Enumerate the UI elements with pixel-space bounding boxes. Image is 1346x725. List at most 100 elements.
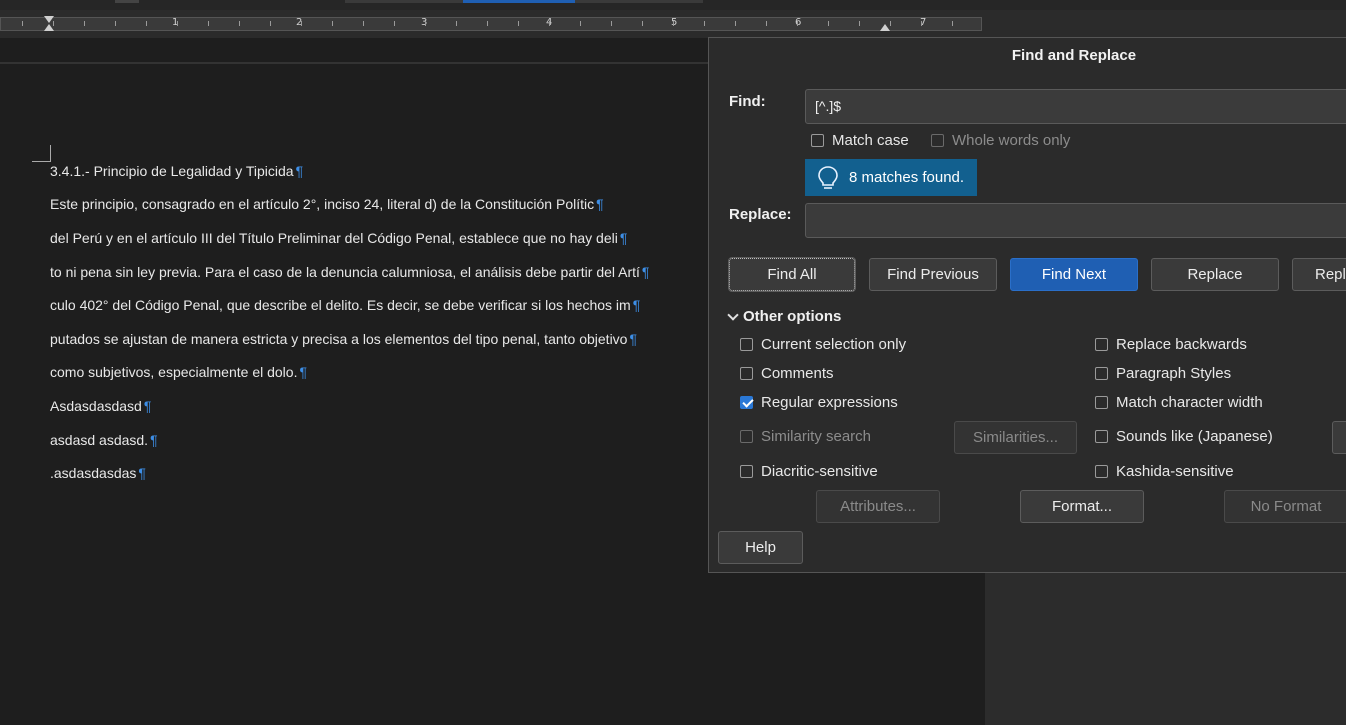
ruler-tick bbox=[115, 21, 116, 26]
paragraph-text: como subjetivos, especialmente el dolo. bbox=[50, 364, 298, 380]
doc-paragraph[interactable]: putados se ajustan de manera estricta y … bbox=[50, 331, 637, 347]
checkbox-box[interactable] bbox=[811, 134, 824, 147]
doc-paragraph[interactable]: Este principio, consagrado en el artícul… bbox=[50, 196, 604, 212]
attributes-button[interactable]: Attributes... bbox=[816, 490, 940, 523]
pilcrow-mark: ¶ bbox=[596, 196, 604, 212]
doc-paragraph[interactable]: 3.4.1.- Principio de Legalidad y Tipicid… bbox=[50, 163, 303, 179]
kashida-sensitive-checkbox[interactable]: Kashida-sensitive bbox=[1095, 463, 1234, 480]
paragraph-text: putados se ajustan de manera estricta y … bbox=[50, 331, 628, 347]
checkbox-box-checked[interactable] bbox=[740, 396, 753, 409]
doc-paragraph[interactable]: .asdasdasdas ¶ bbox=[50, 465, 146, 481]
doc-paragraph[interactable]: como subjetivos, especialmente el dolo. ¶ bbox=[50, 364, 307, 380]
pilcrow-mark: ¶ bbox=[295, 163, 304, 179]
doc-paragraph[interactable]: Asdasdasdasd ¶ bbox=[50, 398, 151, 414]
ruler-tick bbox=[53, 21, 54, 26]
replace-input[interactable] bbox=[805, 203, 1346, 238]
replace-backwards-checkbox[interactable]: Replace backwards bbox=[1095, 336, 1247, 353]
other-options-label: Other options bbox=[743, 308, 842, 325]
checkbox-box[interactable] bbox=[1095, 367, 1108, 380]
checkbox-box[interactable] bbox=[740, 465, 753, 478]
checkbox-box[interactable] bbox=[1095, 465, 1108, 478]
paragraph-text: culo 402° del Código Penal, que describe… bbox=[50, 297, 631, 313]
ruler-tick bbox=[22, 21, 23, 26]
find-previous-button[interactable]: Find Previous bbox=[869, 258, 997, 291]
pilcrow-mark: ¶ bbox=[629, 331, 637, 347]
ruler-tick bbox=[146, 21, 147, 26]
other-options-expander[interactable]: Other options bbox=[727, 308, 841, 325]
paragraph-styles-checkbox[interactable]: Paragraph Styles bbox=[1095, 365, 1231, 382]
option-label: Comments bbox=[761, 365, 834, 382]
dialog-title: Find and Replace bbox=[1011, 47, 1137, 64]
ruler-tick bbox=[394, 21, 395, 26]
paragraph-text: 3.4.1.- Principio de Legalidad y Tipicid… bbox=[50, 163, 294, 179]
option-label: Kashida-sensitive bbox=[1116, 463, 1234, 480]
replace-all-button[interactable]: Repl bbox=[1292, 258, 1346, 291]
ruler-number: 5 bbox=[671, 17, 678, 28]
no-format-button[interactable]: No Format bbox=[1224, 490, 1346, 523]
option-label: Paragraph Styles bbox=[1116, 365, 1232, 382]
paragraph-text: del Perú y en el artículo III del Título… bbox=[50, 230, 618, 246]
horizontal-ruler[interactable]: 1 2 3 4 5 6 7 bbox=[0, 10, 1346, 38]
diacritic-sensitive-checkbox[interactable]: Diacritic-sensitive bbox=[740, 463, 878, 480]
ruler-tick bbox=[487, 21, 488, 26]
find-all-button[interactable]: Find All bbox=[728, 257, 856, 292]
checkbox-box[interactable] bbox=[931, 134, 944, 147]
match-case-checkbox[interactable]: Match case bbox=[811, 132, 909, 149]
option-label: Match character width bbox=[1116, 394, 1263, 411]
format-button[interactable]: Format... bbox=[1020, 490, 1144, 523]
matches-info-bar: 8 matches found. bbox=[805, 159, 977, 196]
ruler-number: 6 bbox=[795, 17, 802, 28]
whole-words-checkbox[interactable]: Whole words only bbox=[931, 132, 1070, 149]
ruler-tick bbox=[828, 21, 829, 26]
paragraph-text: Este principio, consagrado en el artícul… bbox=[50, 196, 595, 212]
option-label: Regular expressions bbox=[761, 394, 898, 411]
text-boundary-corner bbox=[32, 145, 51, 162]
find-next-button[interactable]: Find Next bbox=[1010, 258, 1138, 291]
checkbox-box[interactable] bbox=[740, 430, 753, 443]
similarities-button[interactable]: Similarities... bbox=[954, 421, 1077, 454]
ruler-tick bbox=[177, 21, 178, 26]
matches-message: 8 matches found. bbox=[849, 169, 965, 186]
regular-expressions-checkbox[interactable]: Regular expressions bbox=[740, 394, 898, 411]
replace-button[interactable]: Replace bbox=[1151, 258, 1279, 291]
ruler-tick bbox=[952, 21, 953, 26]
find-input[interactable]: [^.]$ bbox=[805, 89, 1346, 124]
checkbox-box[interactable] bbox=[1095, 338, 1108, 351]
right-indent-marker[interactable] bbox=[880, 24, 890, 31]
sounds-like-checkbox[interactable]: Sounds like (Japanese) bbox=[1095, 428, 1273, 445]
current-selection-checkbox[interactable]: Current selection only bbox=[740, 336, 906, 353]
match-case-label: Match case bbox=[832, 132, 909, 149]
ruler-tick bbox=[580, 21, 581, 26]
similarity-search-checkbox[interactable]: Similarity search bbox=[740, 428, 871, 445]
doc-paragraph[interactable]: asdasd asdasd. ¶ bbox=[50, 432, 158, 448]
comments-checkbox[interactable]: Comments bbox=[740, 365, 834, 382]
help-button[interactable]: Help bbox=[718, 531, 803, 564]
ruler-tick bbox=[642, 21, 643, 26]
doc-paragraph[interactable]: del Perú y en el artículo III del Título… bbox=[50, 230, 627, 246]
ruler-tick bbox=[425, 21, 426, 26]
ruler-band bbox=[0, 17, 982, 31]
ruler-tick bbox=[611, 21, 612, 26]
checkbox-box[interactable] bbox=[1095, 396, 1108, 409]
checkbox-box[interactable] bbox=[740, 367, 753, 380]
doc-paragraph[interactable]: culo 402° del Código Penal, que describe… bbox=[50, 297, 640, 313]
option-label: Replace backwards bbox=[1116, 336, 1247, 353]
toolbar-fragment-active bbox=[463, 0, 575, 3]
doc-paragraph[interactable]: to ni pena sin ley previa. Para el caso … bbox=[50, 264, 649, 280]
ruler-tick bbox=[208, 21, 209, 26]
paragraph-text: .asdasdasdas bbox=[50, 465, 137, 481]
sounds-like-options-button[interactable] bbox=[1332, 421, 1346, 454]
match-char-width-checkbox[interactable]: Match character width bbox=[1095, 394, 1263, 411]
lightbulb-icon bbox=[817, 165, 839, 191]
ruler-tick bbox=[301, 21, 302, 26]
option-label: Current selection only bbox=[761, 336, 907, 353]
replace-label: Replace: bbox=[729, 206, 792, 223]
checkbox-box[interactable] bbox=[740, 338, 753, 351]
pilcrow-mark: ¶ bbox=[299, 364, 307, 380]
checkbox-box[interactable] bbox=[1095, 430, 1108, 443]
toolbar-fragment bbox=[115, 0, 139, 3]
ruler-tick bbox=[766, 21, 767, 26]
ruler-tick bbox=[859, 21, 860, 26]
paragraph-text: Asdasdasdasd bbox=[50, 398, 142, 414]
option-label: Diacritic-sensitive bbox=[761, 463, 878, 480]
